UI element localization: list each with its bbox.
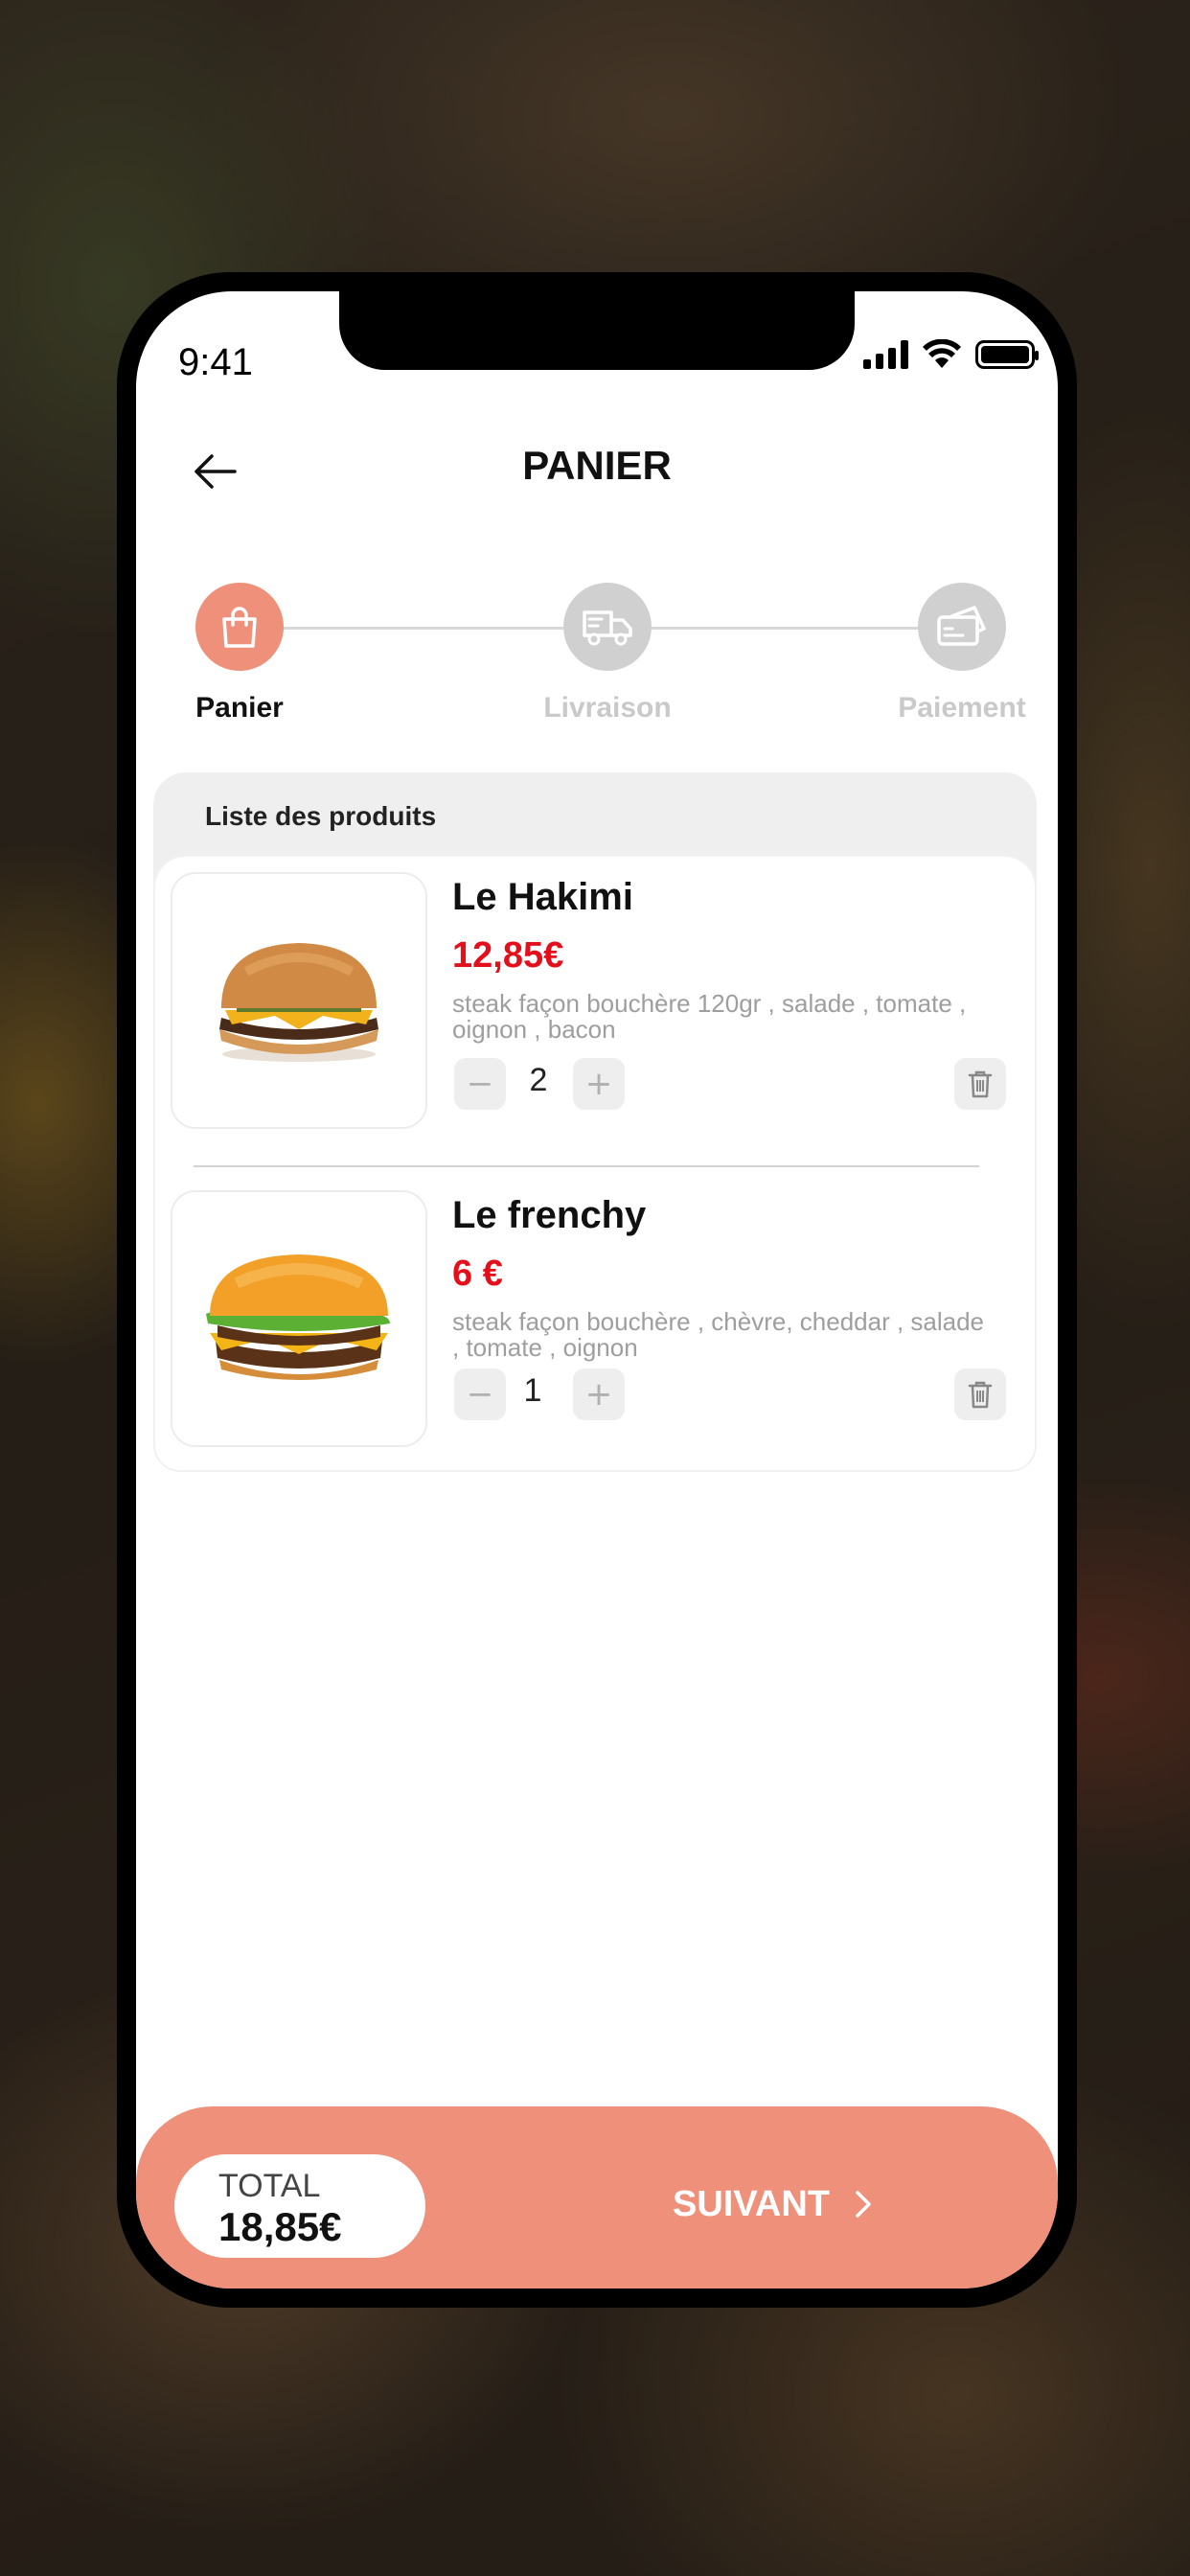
plus-icon: + [584, 1375, 613, 1414]
increase-quantity-button[interactable]: + [573, 1368, 625, 1420]
burger-image [219, 943, 378, 1062]
product-description: steak façon bouchère , chèvre, cheddar ,… [452, 1307, 985, 1362]
chevron-right-icon [856, 2191, 871, 2218]
delete-item-button[interactable] [954, 1058, 1006, 1110]
total-pill: TOTAL 18,85€ [174, 2154, 425, 2258]
notch [339, 291, 855, 370]
decrease-quantity-button[interactable]: − [454, 1368, 506, 1420]
step-connector [261, 627, 563, 630]
delete-item-button[interactable] [954, 1368, 1006, 1420]
cellular-signal-icon [863, 340, 908, 369]
next-button-label: SUIVANT [673, 2183, 830, 2224]
product-list: Le Hakimi 12,85€ steak façon bouchère 12… [153, 855, 1037, 1472]
quantity-value: 2 [529, 1062, 548, 1098]
shopping-bag-icon [222, 607, 257, 648]
next-button[interactable]: SUIVANT [673, 2175, 872, 2233]
product-price: 12,85€ [452, 935, 564, 976]
product-name: Le frenchy [452, 1194, 647, 1236]
burger-image [206, 1254, 390, 1380]
cart-item: Le frenchy 6 € steak façon bouchère , ch… [155, 1175, 1039, 1462]
step-paiement[interactable] [918, 583, 1006, 671]
delivery-truck-icon [583, 610, 632, 646]
checkout-bar: TOTAL 18,85€ SUIVANT [136, 2106, 1058, 2288]
step-label-livraison: Livraison [543, 692, 672, 724]
step-connector [652, 627, 922, 630]
step-label-paiement: Paiement [898, 692, 1026, 724]
phone-frame: 9:41 PANIER Panier Livraison Paiement Li… [117, 272, 1077, 2308]
status-time: 9:41 [178, 341, 253, 383]
total-value: 18,85€ [218, 2204, 342, 2249]
product-list-card: Liste des produits Le Hakimi 12,85€ stea… [153, 772, 1037, 1472]
step-label-panier: Panier [195, 692, 284, 724]
increase-quantity-button[interactable]: + [573, 1058, 625, 1110]
item-divider [194, 1165, 979, 1167]
total-label: TOTAL [218, 2168, 321, 2204]
trash-icon [968, 1381, 993, 1409]
minus-icon: − [466, 1065, 494, 1103]
wifi-icon [923, 339, 961, 368]
page-title: PANIER [522, 443, 672, 488]
product-name: Le Hakimi [452, 876, 633, 918]
status-icons [863, 339, 1039, 370]
cart-item: Le Hakimi 12,85€ steak façon bouchère 12… [155, 857, 1039, 1144]
product-image [171, 872, 427, 1129]
product-list-title: Liste des produits [205, 801, 437, 831]
battery-icon [975, 340, 1039, 369]
plus-icon: + [584, 1065, 613, 1103]
credit-card-icon [937, 606, 986, 646]
app-screen: 9:41 PANIER Panier Livraison Paiement Li… [136, 291, 1058, 2288]
product-price: 6 € [452, 1254, 503, 1294]
step-panier[interactable] [195, 583, 284, 671]
trash-icon [968, 1070, 993, 1098]
quantity-value: 1 [523, 1372, 542, 1409]
step-livraison[interactable] [563, 583, 652, 671]
product-image [171, 1190, 427, 1447]
product-description: steak façon bouchère 120gr , salade , to… [452, 989, 967, 1044]
minus-icon: − [466, 1375, 494, 1414]
decrease-quantity-button[interactable]: − [454, 1058, 506, 1110]
